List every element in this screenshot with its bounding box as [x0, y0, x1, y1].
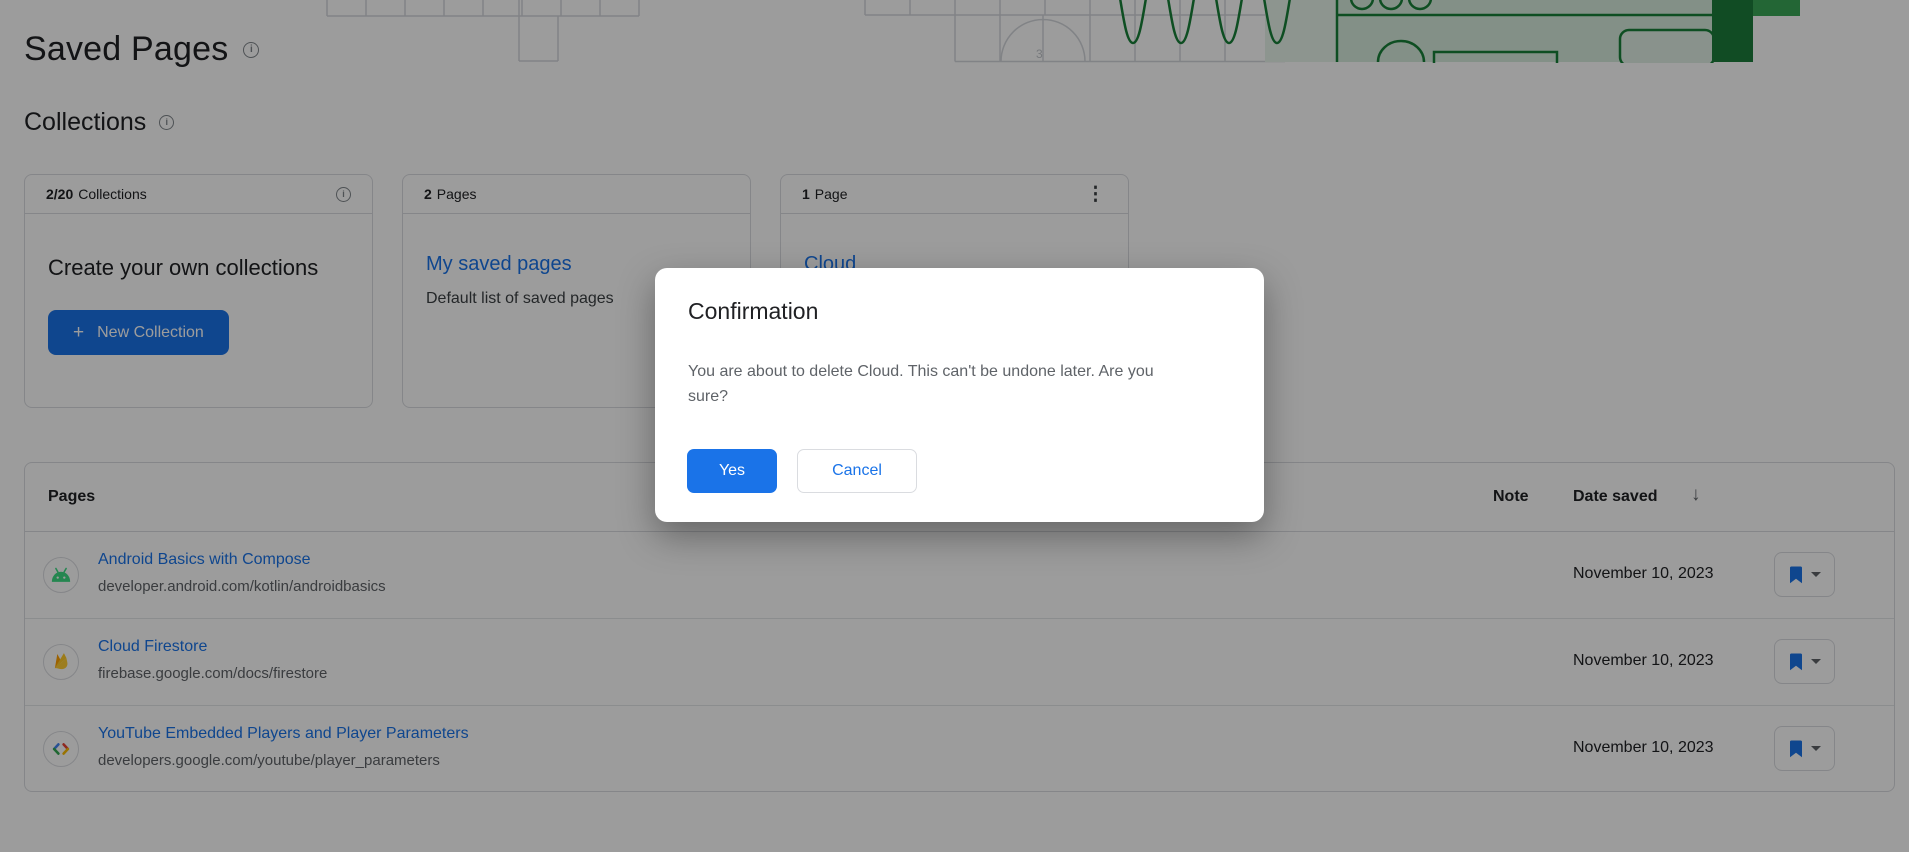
confirmation-dialog: Confirmation You are about to delete Clo…: [655, 268, 1264, 522]
saved-pages-page: 3 Saved Pages i Collections i 2/20 Colle…: [0, 0, 1909, 852]
dialog-actions: Yes Cancel: [687, 449, 917, 493]
cancel-button[interactable]: Cancel: [797, 449, 917, 493]
dialog-title: Confirmation: [688, 298, 818, 325]
yes-button[interactable]: Yes: [687, 449, 777, 493]
dialog-message: You are about to delete Cloud. This can'…: [688, 359, 1193, 409]
